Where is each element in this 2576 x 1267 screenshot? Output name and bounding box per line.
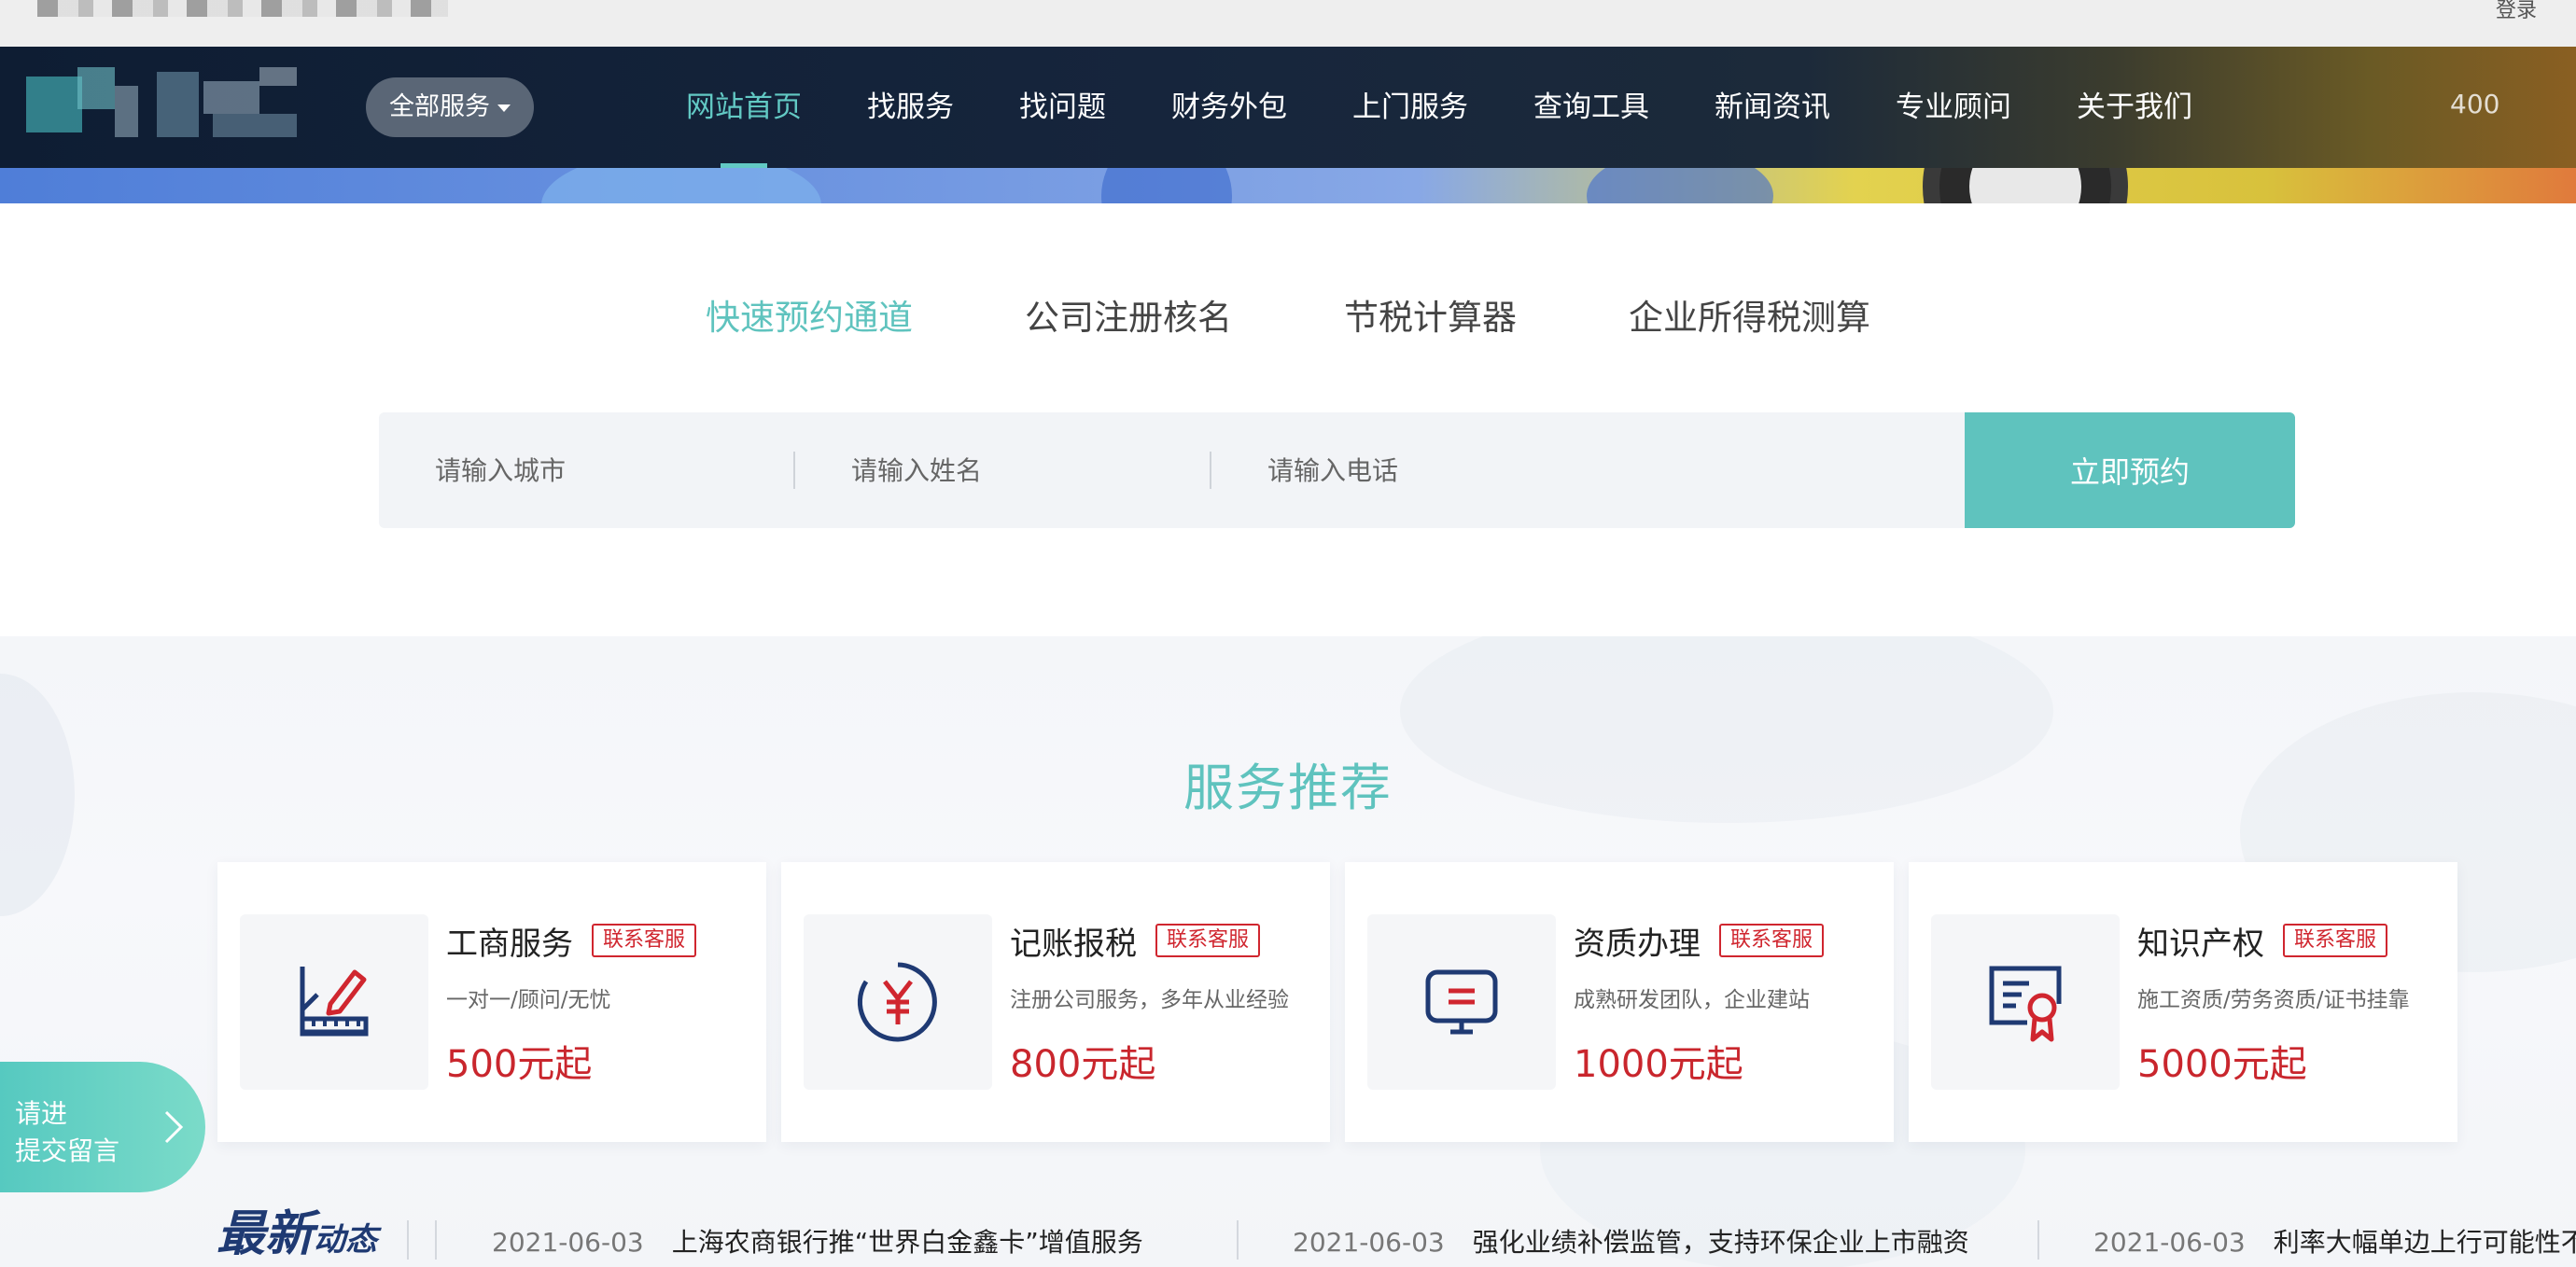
- news-item[interactable]: 2021-06-03 上海农商银行推“世界白金鑫卡”增值服务: [492, 1222, 1143, 1260]
- service-card-bookkeeping[interactable]: 记账报税 联系客服 注册公司服务，多年从业经验 800元起: [781, 862, 1330, 1142]
- top-bar: 登录: [0, 0, 2576, 47]
- service-icon-box: [1367, 914, 1556, 1090]
- contact-service-badge[interactable]: 联系客服: [1155, 924, 1261, 957]
- nav-hotline: 400: [2450, 89, 2500, 119]
- service-desc: 注册公司服务，多年从业经验: [1010, 988, 1289, 1012]
- site-logo[interactable]: [26, 67, 311, 149]
- news-divider: [2037, 1220, 2039, 1260]
- news-label-small: 动态: [314, 1221, 378, 1259]
- service-card-qualification[interactable]: 资质办理 联系客服 成熟研发团队，企业建站 1000元起: [1345, 862, 1894, 1142]
- service-price: 5000元起: [2137, 1043, 2307, 1086]
- service-price: 500元起: [446, 1043, 593, 1086]
- name-field-wrap: [795, 412, 1211, 528]
- nav-item-news[interactable]: 新闻资讯: [1682, 47, 1863, 168]
- ruler-pencil-icon: [300, 967, 369, 1037]
- service-desc: 一对一/顾问/无忧: [446, 988, 611, 1012]
- service-price: 800元起: [1010, 1043, 1156, 1086]
- news-date: 2021-06-03: [1293, 1227, 1445, 1258]
- service-price: 1000元起: [1574, 1043, 1743, 1086]
- all-services-button[interactable]: 全部服务: [366, 77, 534, 137]
- all-services-label: 全部服务: [389, 92, 490, 121]
- monitor-icon: [1425, 969, 1498, 1035]
- service-icon-box: [1931, 914, 2120, 1090]
- service-name: 记账报税: [1010, 926, 1137, 963]
- nav-item-finance-outsourcing[interactable]: 财务外包: [1139, 47, 1320, 168]
- service-desc: 成熟研发团队，企业建站: [1574, 988, 1810, 1012]
- nav-item-find-question[interactable]: 找问题: [987, 47, 1139, 168]
- phone-input[interactable]: [1211, 454, 1965, 486]
- nav-item-about[interactable]: 关于我们: [2044, 47, 2225, 168]
- nav-item-onsite-service[interactable]: 上门服务: [1320, 47, 1501, 168]
- main-nav: 全部服务 网站首页 找服务 找问题 财务外包 上门服务 查询工具 新闻资讯 专业…: [0, 47, 2576, 168]
- news-date: 2021-06-03: [492, 1227, 644, 1258]
- page: 登录 全部服务 网站首页 找服务 找问题 财务外包 上门服务 查询工具 新闻资讯…: [0, 0, 2576, 1267]
- news-title: 强化业绩补偿监管，支持环保企业上市融资: [1472, 1227, 1969, 1258]
- phone-field-wrap: [1211, 412, 1965, 528]
- tab-company-name-check[interactable]: 公司注册核名: [1025, 289, 1232, 340]
- nav-item-home[interactable]: 网站首页: [653, 47, 834, 168]
- leave-message-line2: 提交留言: [15, 1135, 120, 1166]
- contact-service-badge[interactable]: 联系客服: [592, 924, 697, 957]
- car-wheel-illustration: [1923, 168, 2128, 203]
- news-item[interactable]: 2021-06-03 强化业绩补偿监管，支持环保企业上市融资: [1293, 1222, 1969, 1260]
- tab-income-tax-estimate[interactable]: 企业所得税测算: [1629, 289, 1870, 340]
- nav-items: 网站首页 找服务 找问题 财务外包 上门服务 查询工具 新闻资讯 专业顾问 关于…: [653, 47, 2225, 168]
- city-input[interactable]: [379, 454, 795, 486]
- booking-form: 立即预约: [379, 412, 2295, 528]
- news-title: 利率大幅单边上行可能性不大: [2273, 1227, 2576, 1258]
- news-date: 2021-06-03: [2093, 1227, 2246, 1258]
- services-title: 服务推荐: [1183, 759, 1393, 817]
- service-desc: 施工资质/劳务资质/证书挂靠: [2137, 988, 2410, 1012]
- tab-quick-booking[interactable]: 快速预约通道: [706, 289, 913, 340]
- quick-tabs: 快速预约通道 公司注册核名 节税计算器 企业所得税测算: [0, 289, 2576, 340]
- yen-circle-icon: [857, 962, 937, 1042]
- service-name: 工商服务: [446, 926, 573, 963]
- service-cards: 工商服务 联系客服 一对一/顾问/无忧 500元起 记账报税 联系客服 注册公司…: [217, 862, 2457, 1142]
- login-link[interactable]: 登录: [2496, 0, 2537, 22]
- nav-item-find-service[interactable]: 找服务: [834, 47, 987, 168]
- nav-item-query-tools[interactable]: 查询工具: [1501, 47, 1682, 168]
- nav-item-consultants[interactable]: 专业顾问: [1863, 47, 2044, 168]
- tab-tax-calculator[interactable]: 节税计算器: [1344, 289, 1517, 340]
- service-icon-box: [240, 914, 428, 1090]
- city-field-wrap: [379, 412, 795, 528]
- news-divider: [435, 1220, 437, 1260]
- news-title: 上海农商银行推“世界白金鑫卡”增值服务: [671, 1227, 1143, 1258]
- contact-service-badge[interactable]: 联系客服: [1719, 924, 1825, 957]
- service-name: 知识产权: [2137, 926, 2264, 963]
- news-label-big: 最新: [217, 1206, 315, 1262]
- blurred-top-links: [37, 0, 448, 17]
- leave-message-button[interactable]: 请进 提交留言: [0, 1062, 205, 1192]
- service-icon-box: [804, 914, 992, 1090]
- leave-message-line1: 请进: [15, 1098, 68, 1129]
- news-divider: [407, 1220, 409, 1260]
- news-item[interactable]: 2021-06-03 利率大幅单边上行可能性不大: [2093, 1222, 2576, 1260]
- hero-banner: [0, 168, 2576, 203]
- service-card-ip[interactable]: 知识产权 联系客服 施工资质/劳务资质/证书挂靠 5000元起: [1909, 862, 2457, 1142]
- certificate-icon: [1989, 966, 2062, 1042]
- book-now-button[interactable]: 立即预约: [1965, 412, 2295, 528]
- chevron-right-icon: [164, 1110, 184, 1144]
- name-input[interactable]: [795, 454, 1211, 486]
- contact-service-badge[interactable]: 联系客服: [2283, 924, 2388, 957]
- news-ticker: 最新动态 2021-06-03 上海农商银行推“世界白金鑫卡”增值服务 2021-…: [0, 1194, 2576, 1267]
- service-name: 资质办理: [1574, 926, 1701, 963]
- news-divider: [1237, 1220, 1239, 1260]
- caret-down-icon: [497, 104, 511, 112]
- news-label: 最新动态: [217, 1194, 377, 1264]
- service-card-business[interactable]: 工商服务 联系客服 一对一/顾问/无忧 500元起: [217, 862, 766, 1142]
